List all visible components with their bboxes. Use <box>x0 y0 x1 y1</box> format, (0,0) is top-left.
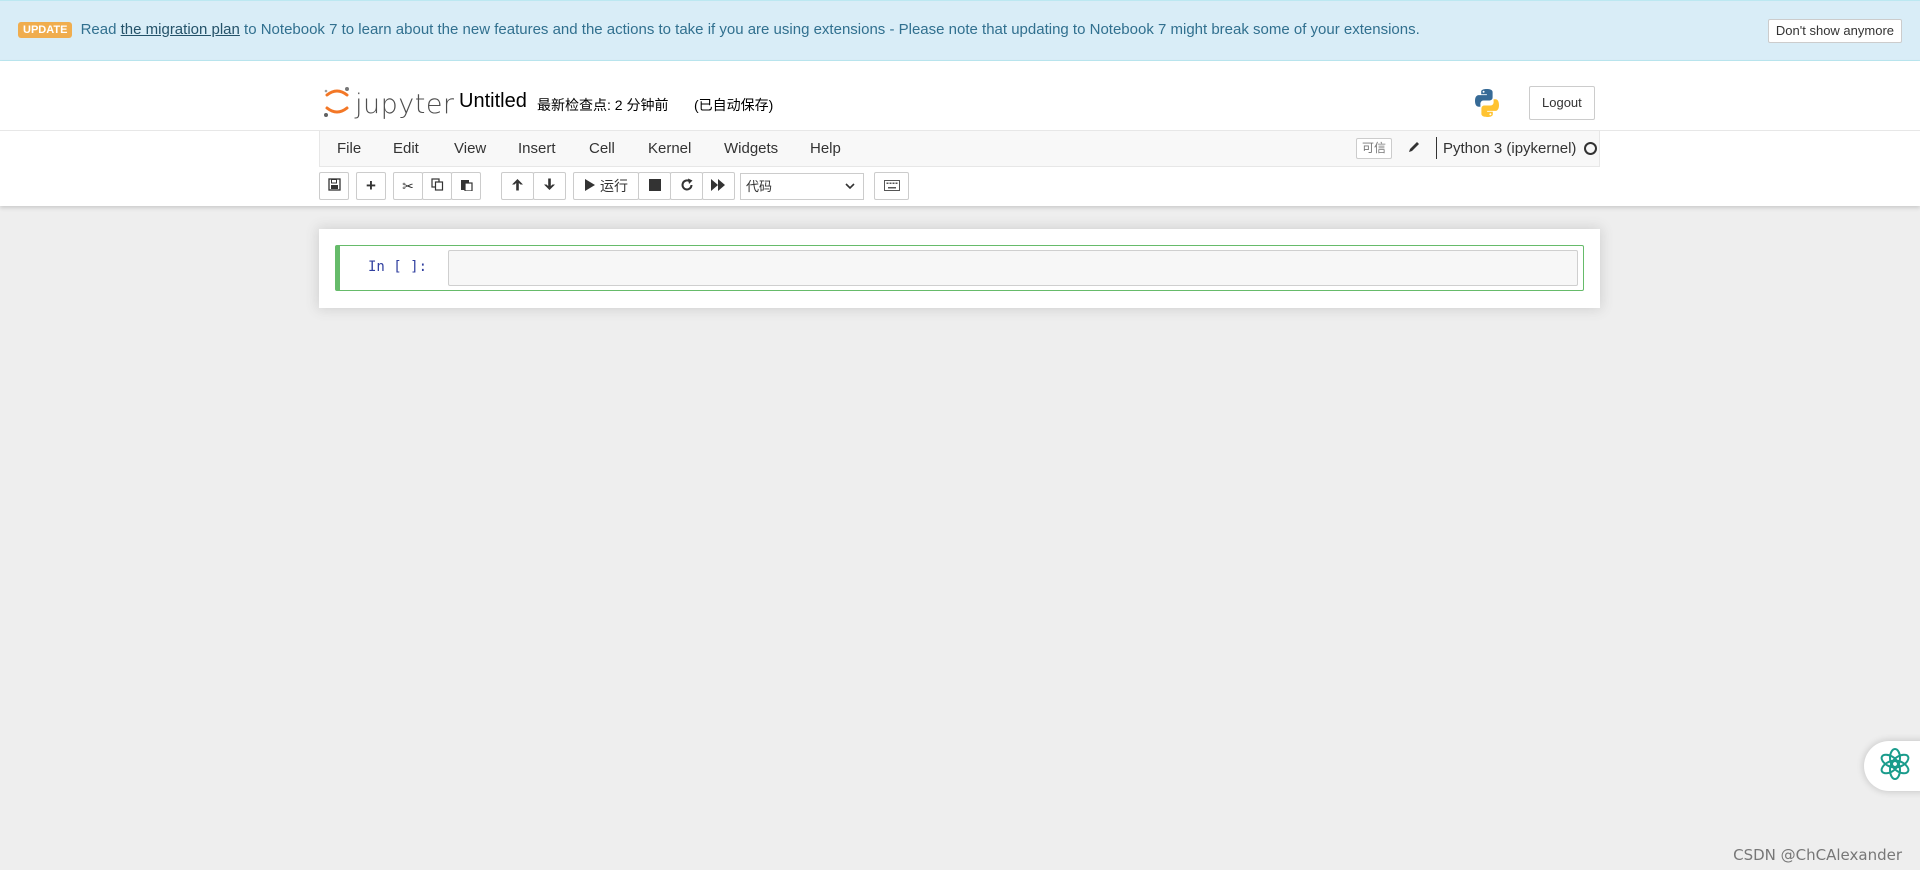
jupyter-logo-icon <box>323 86 351 123</box>
arrow-up-icon <box>511 178 524 194</box>
play-icon <box>584 178 595 194</box>
menubar: File Edit View Insert Cell Kernel Widget… <box>319 131 1600 167</box>
fast-forward-icon <box>711 178 726 194</box>
jupyter-logo[interactable]: jupyter <box>323 84 455 124</box>
paste-button[interactable] <box>451 172 481 200</box>
restart-run-all-button[interactable] <box>702 172 735 200</box>
run-label: 运行 <box>600 178 628 194</box>
dont-show-anymore-button[interactable]: Don't show anymore <box>1767 19 1902 43</box>
logout-button[interactable]: Logout <box>1529 86 1595 120</box>
notebook-header: jupyter Untitled 最新检查点: 2 分钟前 (已自动保存) Lo… <box>0 61 1920 206</box>
kernel-name: Python 3 (ipykernel) <box>1443 140 1577 157</box>
keyboard-icon <box>883 178 900 194</box>
code-cell[interactable]: In [ ]: <box>335 245 1584 291</box>
migration-plan-link[interactable]: the migration plan <box>121 21 240 38</box>
update-badge: UPDATE <box>18 22 73 38</box>
watermark: CSDN @ChCAlexander <box>1733 846 1902 864</box>
stop-icon <box>648 178 661 194</box>
menu-cell[interactable]: Cell <box>589 140 615 157</box>
banner-message: UPDATE Read the migration plan to Notebo… <box>18 21 1420 38</box>
input-prompt: In [ ]: <box>368 259 428 275</box>
menu-widgets[interactable]: Widgets <box>724 140 778 157</box>
kernel-separator <box>1436 137 1437 159</box>
menu-kernel[interactable]: Kernel <box>648 140 691 157</box>
menu-insert[interactable]: Insert <box>518 140 556 157</box>
menu-edit[interactable]: Edit <box>393 140 419 157</box>
notebook-toolbar: + ✂ 运行 代码 <box>319 172 1599 202</box>
copy-icon <box>430 178 444 194</box>
restart-icon <box>680 178 694 195</box>
banner-text-after: to Notebook 7 to learn about the new fea… <box>244 21 1420 38</box>
banner-text-before: Read <box>80 21 117 38</box>
autosave-status: (已自动保存) <box>694 97 774 113</box>
menu-file[interactable]: File <box>337 140 361 157</box>
interrupt-button[interactable] <box>638 172 671 200</box>
scissors-icon: ✂ <box>402 177 414 194</box>
save-button[interactable] <box>319 172 349 200</box>
update-banner: UPDATE Read the migration plan to Notebo… <box>0 0 1920 61</box>
code-editor[interactable] <box>448 250 1578 286</box>
move-down-button[interactable] <box>533 172 566 200</box>
restart-button[interactable] <box>670 172 703 200</box>
copy-button[interactable] <box>422 172 452 200</box>
jupyter-wordmark: jupyter <box>355 88 455 120</box>
command-palette-button[interactable] <box>874 172 909 200</box>
menu-help[interactable]: Help <box>810 140 841 157</box>
assistant-flower-icon <box>1878 747 1912 786</box>
arrow-down-icon <box>543 178 556 194</box>
notebook-container: In [ ]: <box>319 229 1600 308</box>
run-button[interactable]: 运行 <box>573 172 639 200</box>
checkpoint-status: 最新检查点: 2 分钟前 <box>537 97 669 113</box>
trusted-badge[interactable]: 可信 <box>1356 138 1393 159</box>
plus-icon: + <box>366 176 376 195</box>
move-up-button[interactable] <box>501 172 534 200</box>
cell-type-value: 代码 <box>746 179 773 194</box>
kernel-idle-circle-icon <box>1584 142 1597 155</box>
cell-type-select[interactable]: 代码 <box>740 173 864 200</box>
insert-cell-button[interactable]: + <box>356 172 386 200</box>
chevron-down-icon <box>845 174 855 209</box>
cut-button[interactable]: ✂ <box>393 172 423 200</box>
header-top-row: jupyter Untitled 最新检查点: 2 分钟前 (已自动保存) Lo… <box>319 84 1599 124</box>
notebook-title[interactable]: Untitled <box>459 90 527 113</box>
assistant-button[interactable] <box>1864 741 1920 791</box>
pencil-icon[interactable] <box>1407 140 1421 159</box>
python-logo-icon <box>1471 87 1503 124</box>
menu-view[interactable]: View <box>454 140 486 157</box>
save-icon <box>327 178 341 194</box>
paste-icon <box>460 178 473 194</box>
